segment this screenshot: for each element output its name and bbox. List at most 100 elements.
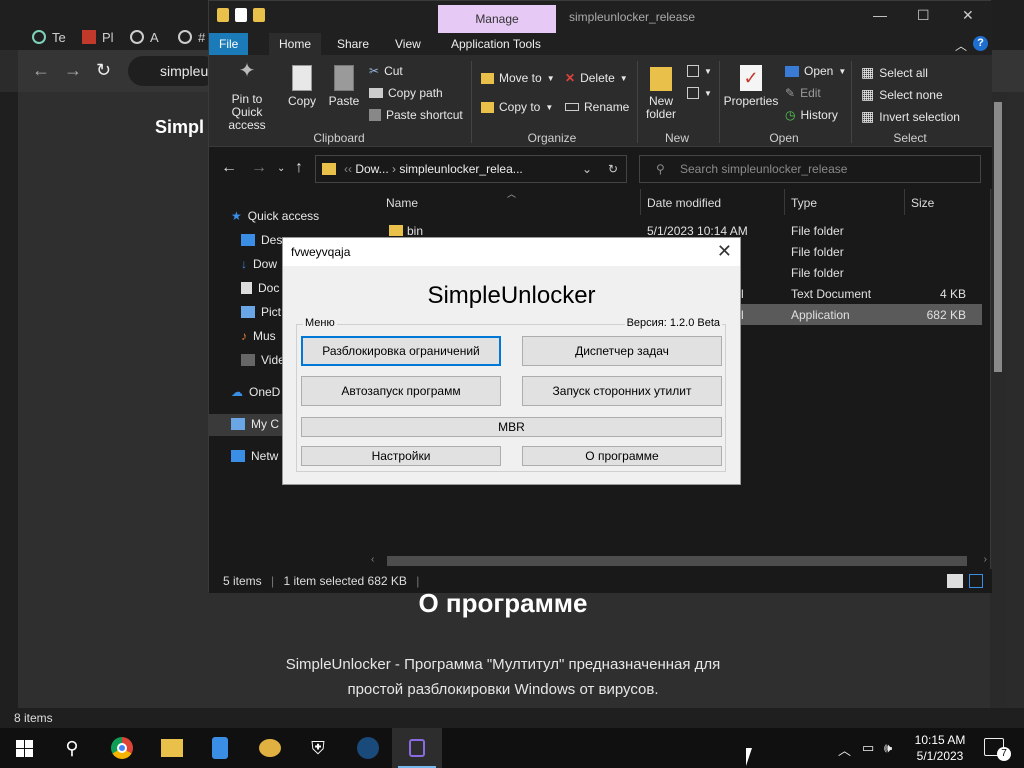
edit-button[interactable]: ✎ Edit bbox=[785, 86, 821, 100]
unlock-restrictions-button[interactable]: Разблокировка ограничений bbox=[301, 336, 501, 366]
open-button[interactable]: Open ▼ bbox=[785, 64, 846, 78]
search-input[interactable]: ⚲ Search simpleunlocker_release bbox=[639, 155, 981, 183]
tab-application-tools[interactable]: Application Tools bbox=[441, 33, 551, 55]
copy-to-button[interactable]: Copy to ▼ bbox=[481, 100, 553, 114]
address-bar[interactable]: simpleu bbox=[128, 56, 218, 86]
app-taskbar-button[interactable] bbox=[258, 736, 282, 760]
minimize-icon[interactable]: — bbox=[873, 7, 887, 23]
close-icon[interactable]: ✕ bbox=[962, 7, 974, 24]
maximize-icon[interactable]: ☐ bbox=[917, 7, 930, 24]
close-icon[interactable]: ✕ bbox=[717, 241, 732, 262]
column-type[interactable]: Type bbox=[791, 196, 817, 210]
rename-button[interactable]: Rename bbox=[565, 100, 629, 114]
breadcrumb-downloads[interactable]: Dow... bbox=[355, 162, 388, 176]
autorun-programs-button[interactable]: Автозапуск программ bbox=[301, 376, 501, 406]
nav-desktop[interactable]: Des bbox=[241, 233, 282, 247]
network-icon[interactable]: ▭ bbox=[862, 740, 874, 756]
details-view-icon[interactable] bbox=[947, 574, 963, 588]
show-hidden-icons[interactable]: ︿ bbox=[838, 740, 851, 759]
recent-locations-icon[interactable]: ⌄ bbox=[277, 163, 285, 174]
about-button[interactable]: О программе bbox=[522, 446, 722, 466]
nav-quick-access[interactable]: ★ Quick access bbox=[231, 209, 319, 223]
nav-music[interactable]: ♪ Mus bbox=[241, 329, 276, 343]
nav-videos[interactable]: Vide bbox=[241, 353, 285, 367]
browser-scrollbar[interactable] bbox=[990, 92, 1006, 708]
cut-button[interactable]: ✂ Cut bbox=[369, 64, 403, 78]
third-party-utilities-button[interactable]: Запуск сторонних утилит bbox=[522, 376, 722, 406]
forward-icon[interactable]: → bbox=[64, 60, 82, 81]
select-none-button[interactable]: ▦ Select none bbox=[861, 86, 943, 103]
copy-path-button[interactable]: Copy path bbox=[369, 86, 443, 100]
refresh-icon[interactable]: ↻ bbox=[608, 156, 618, 182]
security-taskbar-button[interactable]: ⛨ bbox=[306, 736, 330, 760]
select-all-button[interactable]: ▦ Select all bbox=[861, 64, 928, 81]
large-icons-view-icon[interactable] bbox=[969, 574, 983, 588]
column-name[interactable]: Name bbox=[386, 196, 418, 210]
column-divider[interactable] bbox=[640, 189, 641, 215]
app-taskbar-button[interactable] bbox=[208, 736, 232, 760]
pin-quick-access-button[interactable]: ✦ Pin to Quick access bbox=[215, 61, 279, 132]
address-dropdown-icon[interactable]: ⌄ bbox=[582, 156, 592, 182]
folder-icon[interactable] bbox=[217, 8, 229, 22]
reload-icon[interactable]: ↻ bbox=[96, 60, 111, 81]
up-icon[interactable]: ↑ bbox=[295, 159, 303, 177]
browser-tab-2[interactable]: Pl bbox=[82, 24, 114, 50]
tab-share[interactable]: Share bbox=[327, 33, 379, 55]
copy-button[interactable]: Copy bbox=[285, 65, 319, 108]
paste-button[interactable]: Paste bbox=[327, 65, 361, 108]
clock[interactable]: 10:15 AM 5/1/2023 bbox=[905, 732, 975, 764]
new-item-button[interactable]: ▼ bbox=[687, 65, 712, 77]
scroll-thumb[interactable] bbox=[994, 102, 1002, 372]
move-to-button[interactable]: Move to ▼ bbox=[481, 71, 555, 85]
easy-access-button[interactable]: ▼ bbox=[687, 87, 712, 99]
nav-network[interactable]: Netw bbox=[231, 449, 278, 463]
tab-view[interactable]: View bbox=[385, 33, 431, 55]
nav-onedrive[interactable]: ☁ OneD bbox=[231, 385, 280, 399]
mbr-button[interactable]: MBR bbox=[301, 417, 722, 437]
nav-this-pc[interactable]: My C bbox=[231, 417, 279, 431]
invert-selection-button[interactable]: ▦ Invert selection bbox=[861, 108, 960, 125]
address-field[interactable]: ‹‹ Dow... › simpleunlocker_relea... ⌄ ↻ bbox=[315, 155, 627, 183]
properties-icon[interactable] bbox=[235, 8, 247, 22]
scroll-left-icon[interactable]: ‹ bbox=[371, 554, 374, 565]
tab-home[interactable]: Home bbox=[269, 33, 322, 55]
paste-shortcut-button[interactable]: Paste shortcut bbox=[369, 108, 463, 122]
start-button[interactable] bbox=[12, 736, 36, 760]
horizontal-scrollbar[interactable]: ‹ › bbox=[369, 553, 989, 569]
help-icon[interactable]: ? bbox=[973, 36, 988, 51]
file-explorer-taskbar-button[interactable] bbox=[160, 736, 184, 760]
back-icon[interactable]: ← bbox=[221, 159, 237, 177]
notification-center-icon[interactable]: 7 bbox=[984, 738, 1011, 761]
tab-manage[interactable]: Manage bbox=[438, 5, 556, 33]
back-icon[interactable]: ← bbox=[32, 60, 50, 81]
volume-icon[interactable]: 🕪 bbox=[884, 740, 892, 756]
delete-button[interactable]: ✕ Delete ▼ bbox=[565, 71, 628, 85]
nav-pictures[interactable]: Pict bbox=[241, 305, 281, 319]
steam-taskbar-button[interactable] bbox=[356, 736, 380, 760]
scroll-right-icon[interactable]: › bbox=[984, 554, 987, 565]
chrome-taskbar-button[interactable] bbox=[110, 736, 134, 760]
search-button[interactable]: ⚲ bbox=[60, 736, 84, 760]
column-size[interactable]: Size bbox=[911, 196, 934, 210]
browser-tab-3[interactable]: A bbox=[130, 24, 159, 50]
ribbon-collapse-icon[interactable]: ︿ bbox=[955, 37, 967, 54]
breadcrumb-current[interactable]: simpleunlocker_relea... bbox=[399, 162, 522, 176]
column-divider[interactable] bbox=[784, 189, 785, 215]
simpleunlocker-taskbar-button[interactable] bbox=[392, 728, 442, 768]
breadcrumb-overflow-icon[interactable]: ‹‹ bbox=[344, 162, 355, 176]
forward-icon[interactable]: → bbox=[251, 159, 267, 177]
scroll-thumb[interactable] bbox=[387, 556, 967, 566]
browser-tab-1[interactable]: Te bbox=[32, 24, 66, 50]
new-folder-button[interactable]: New folder bbox=[643, 67, 679, 121]
column-divider[interactable] bbox=[904, 189, 905, 215]
nav-documents[interactable]: Doc bbox=[241, 281, 279, 295]
column-date-modified[interactable]: Date modified bbox=[647, 196, 721, 210]
history-button[interactable]: ◷ History bbox=[785, 108, 838, 122]
settings-button[interactable]: Настройки bbox=[301, 446, 501, 466]
properties-button[interactable]: ✓ Properties bbox=[723, 65, 779, 108]
nav-downloads[interactable]: ↓ Dow bbox=[241, 257, 277, 271]
browser-tab-4[interactable]: # bbox=[178, 24, 205, 50]
tab-file[interactable]: File bbox=[209, 33, 249, 55]
new-folder-icon[interactable] bbox=[253, 8, 265, 22]
task-manager-button[interactable]: Диспетчер задач bbox=[522, 336, 722, 366]
